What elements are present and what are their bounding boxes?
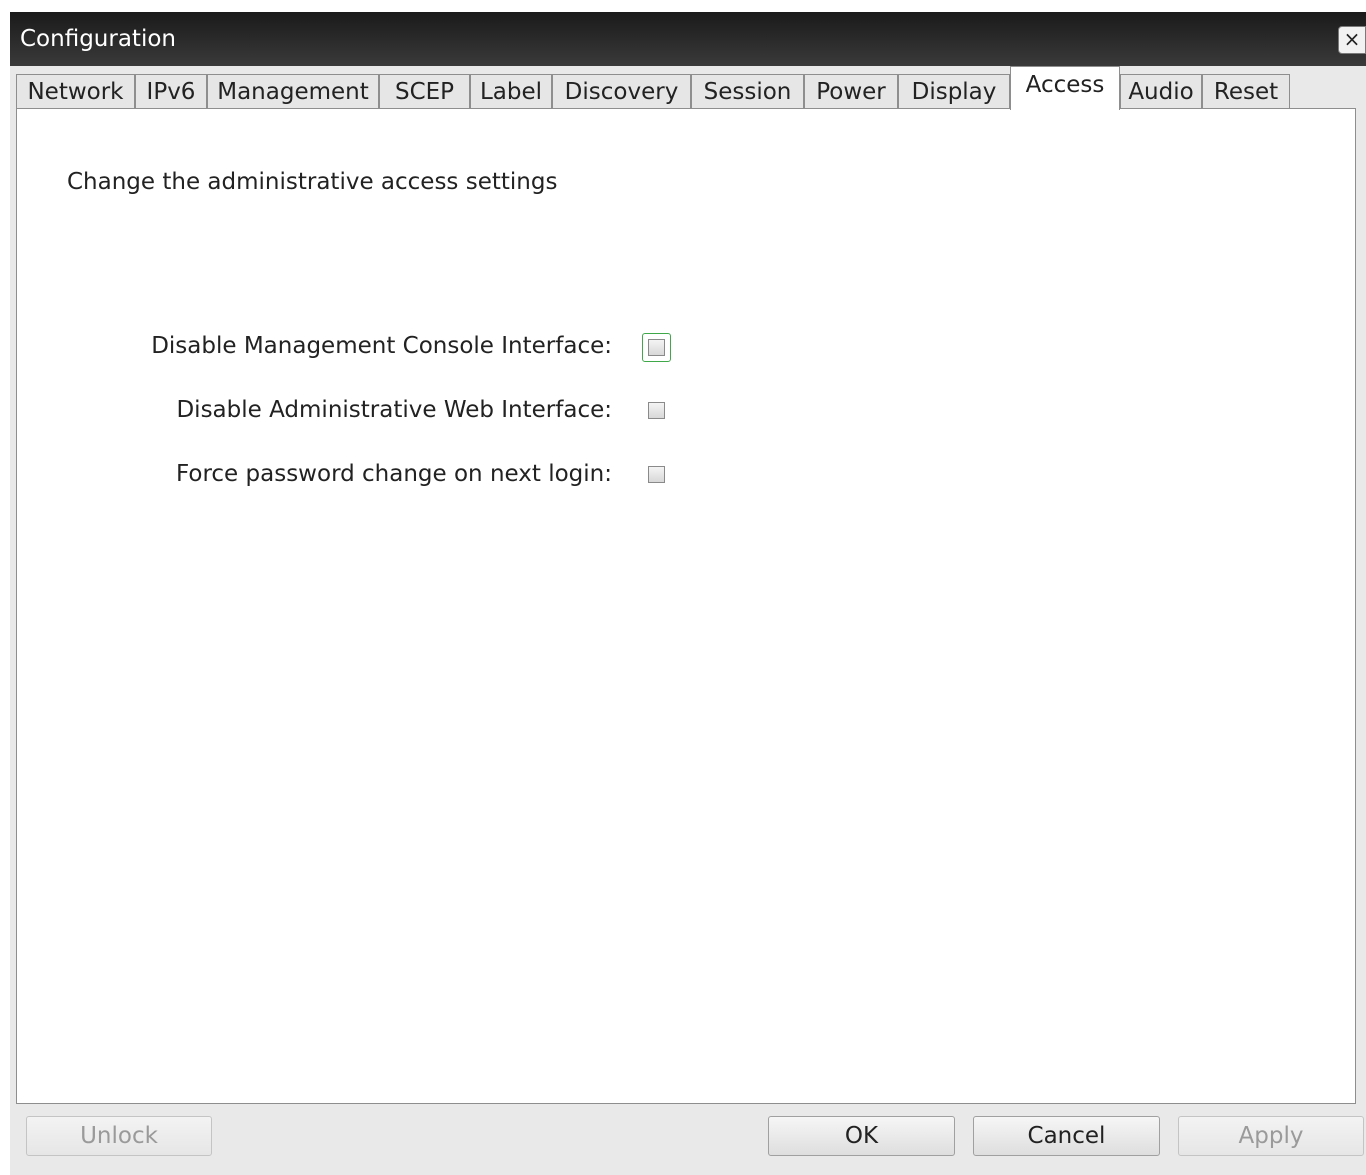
apply-button[interactable]: Apply [1178,1116,1364,1156]
title-bar: Configuration × [10,12,1366,66]
tab-audio[interactable]: Audio [1120,74,1202,110]
cancel-button[interactable]: Cancel [973,1116,1160,1156]
tab-discovery[interactable]: Discovery [552,74,691,110]
checkbox-box [648,339,665,356]
close-icon: × [1343,27,1361,51]
unlock-button[interactable]: Unlock [26,1116,212,1156]
tab-network[interactable]: Network [16,74,135,110]
close-button[interactable]: × [1338,26,1366,54]
tab-display[interactable]: Display [898,74,1010,110]
disable-management-console-label: Disable Management Console Interface: [151,333,612,359]
tab-session[interactable]: Session [691,74,804,110]
disable-admin-web-label: Disable Administrative Web Interface: [176,397,612,423]
tab-access[interactable]: Access [1010,66,1120,110]
window-title: Configuration [20,26,176,52]
ok-button[interactable]: OK [768,1116,955,1156]
force-password-change-label: Force password change on next login: [175,461,612,487]
tab-ipv6[interactable]: IPv6 [135,74,207,110]
tab-management[interactable]: Management [207,74,379,110]
tab-scep[interactable]: SCEP [379,74,470,110]
disable-admin-web-checkbox[interactable] [648,402,665,419]
tab-reset[interactable]: Reset [1202,74,1290,110]
tab-label[interactable]: Label [470,74,552,110]
access-panel: Change the administrative access setting… [16,108,1356,1104]
disable-management-console-checkbox[interactable] [642,333,671,362]
panel-heading: Change the administrative access setting… [67,169,558,195]
tab-power[interactable]: Power [804,74,898,110]
force-password-change-checkbox[interactable] [648,466,665,483]
